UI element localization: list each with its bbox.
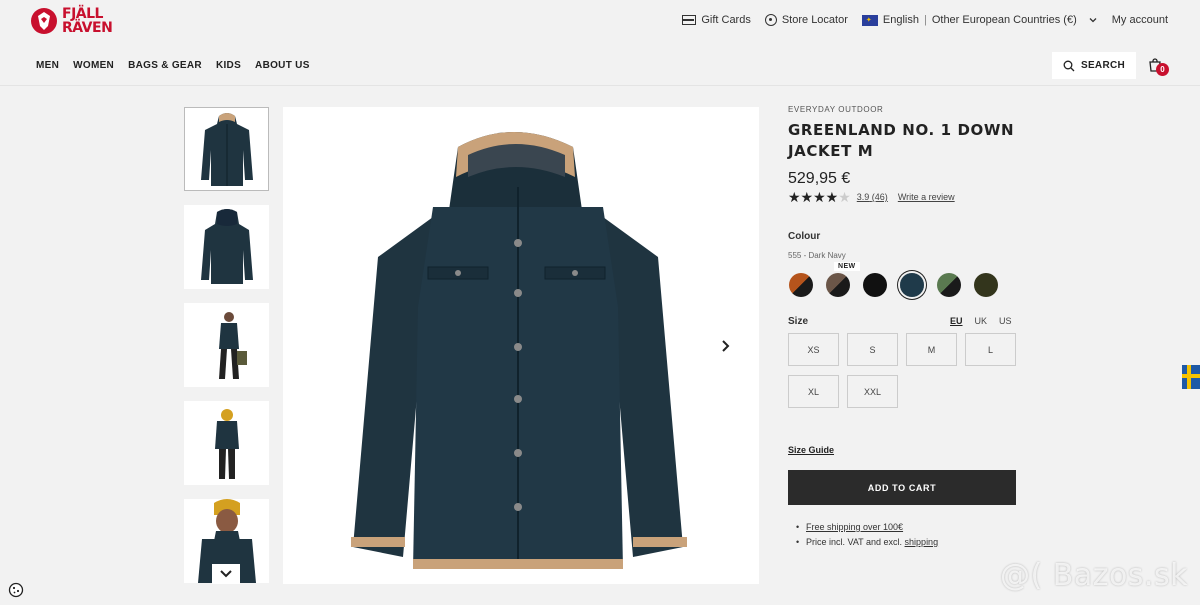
size-guide-link[interactable]: Size Guide [788, 445, 834, 455]
colour-swatch-orange-black[interactable] [789, 273, 813, 297]
gift-card-icon [682, 15, 697, 25]
rating-stars: ★★★★★ ★★★★★ [788, 189, 851, 205]
fox-logo-icon [31, 8, 57, 34]
nav-item-men[interactable]: MEN [36, 60, 59, 71]
language-region-selector[interactable]: English | Other European Countries (€) [861, 14, 1098, 26]
colour-swatches [789, 273, 998, 297]
shipping-info-list: Free shipping over 100€ Price incl. VAT … [796, 520, 939, 550]
size-option-xl[interactable]: XL [788, 375, 839, 408]
chevron-down-icon [1089, 18, 1097, 23]
jacket-front-image [200, 113, 253, 186]
model-back-image [214, 409, 239, 479]
add-to-cart-button[interactable]: ADD TO CART [788, 470, 1016, 505]
product-price: 529,95 € [788, 170, 851, 187]
colour-swatch-green-black[interactable] [937, 273, 961, 297]
free-shipping-item: Free shipping over 100€ [796, 520, 938, 535]
thumbnail-front[interactable] [184, 107, 269, 191]
nav-item-kids[interactable]: KIDS [216, 60, 241, 71]
product-info: EVERYDAY OUTDOOR GREENLAND NO. 1 DOWN JA… [788, 105, 1018, 204]
main-product-image [283, 107, 759, 584]
eu-flag-icon [861, 14, 878, 26]
colour-label: Colour [788, 231, 821, 242]
size-option-m[interactable]: M [906, 333, 957, 366]
thumbnail-model-walking[interactable] [184, 303, 269, 387]
nav-item-about-us[interactable]: ABOUT US [255, 60, 310, 71]
site-header: FJÄLL RÄVEN Gift Cards Store Locator Eng… [0, 0, 1200, 86]
size-system-uk[interactable]: UK [975, 316, 988, 326]
size-system-selector: EU UK US [950, 316, 1012, 326]
price-info-item: Price incl. VAT and excl. shipping [796, 535, 939, 550]
swedish-flag-icon[interactable] [1182, 365, 1200, 389]
product-title: GREENLAND NO. 1 DOWN JACKET M [788, 121, 1015, 160]
size-option-s[interactable]: S [847, 333, 898, 366]
size-system-eu[interactable]: EU [950, 316, 963, 326]
rating-value-link[interactable]: 3.9 (46) [857, 192, 888, 202]
chevron-right-icon [722, 340, 730, 352]
thumbnail-back[interactable] [184, 205, 269, 289]
main-nav: MEN WOMEN BAGS & GEAR KIDS ABOUT US [36, 60, 310, 71]
logo-text-line2: RÄVEN [62, 20, 113, 36]
utility-bar: Gift Cards Store Locator English | Other… [682, 14, 1168, 26]
store-locator-link[interactable]: Store Locator [764, 14, 848, 26]
watermark-text: @( Bazos.sk [1000, 558, 1188, 593]
nav-item-women[interactable]: WOMEN [73, 60, 114, 71]
size-option-xxl[interactable]: XXL [847, 375, 898, 408]
size-option-xs[interactable]: XS [788, 333, 839, 366]
size-label: Size [788, 316, 809, 327]
next-image-button[interactable] [716, 336, 736, 356]
free-shipping-link[interactable]: Free shipping over 100€ [806, 522, 903, 532]
thumbnail-gallery [184, 107, 269, 597]
product-category: EVERYDAY OUTDOOR [788, 105, 884, 114]
search-button[interactable]: SEARCH [1052, 52, 1136, 79]
shipping-link[interactable]: shipping [905, 537, 939, 547]
new-badge: NEW [834, 262, 860, 271]
product-rating: ★★★★★ ★★★★★ 3.9 (46) Write a review [788, 190, 1018, 204]
model-walking-image [218, 312, 247, 379]
logo-text-line1: FJÄLL [62, 6, 103, 22]
thumbnail-model-back[interactable] [184, 401, 269, 485]
my-account-link[interactable]: My account [1112, 14, 1168, 26]
selected-colour-value: 555 - Dark Navy [788, 251, 846, 260]
colour-swatch-brown-black[interactable] [826, 273, 850, 297]
location-icon [764, 14, 777, 26]
nav-item-bags-gear[interactable]: BAGS & GEAR [128, 60, 202, 71]
size-system-us[interactable]: US [999, 316, 1012, 326]
jacket-back-image [200, 209, 253, 284]
cart-button[interactable]: 0 [1146, 56, 1172, 80]
size-option-l[interactable]: L [965, 333, 1016, 366]
colour-swatch-black[interactable] [863, 273, 887, 297]
gift-cards-link[interactable]: Gift Cards [682, 14, 751, 26]
cart-count-badge: 0 [1156, 63, 1169, 76]
colour-swatch-dark-olive[interactable] [974, 273, 998, 297]
thumbnail-scroll-down-button[interactable] [212, 564, 240, 584]
jacket-main-image [351, 132, 687, 569]
write-review-link[interactable]: Write a review [898, 192, 955, 202]
colour-swatch-dark-navy[interactable] [900, 273, 924, 297]
brand-logo[interactable]: FJÄLL RÄVEN [30, 6, 113, 36]
chevron-down-icon [220, 570, 232, 578]
cookie-settings-icon[interactable] [8, 582, 24, 598]
search-icon [1063, 60, 1075, 71]
